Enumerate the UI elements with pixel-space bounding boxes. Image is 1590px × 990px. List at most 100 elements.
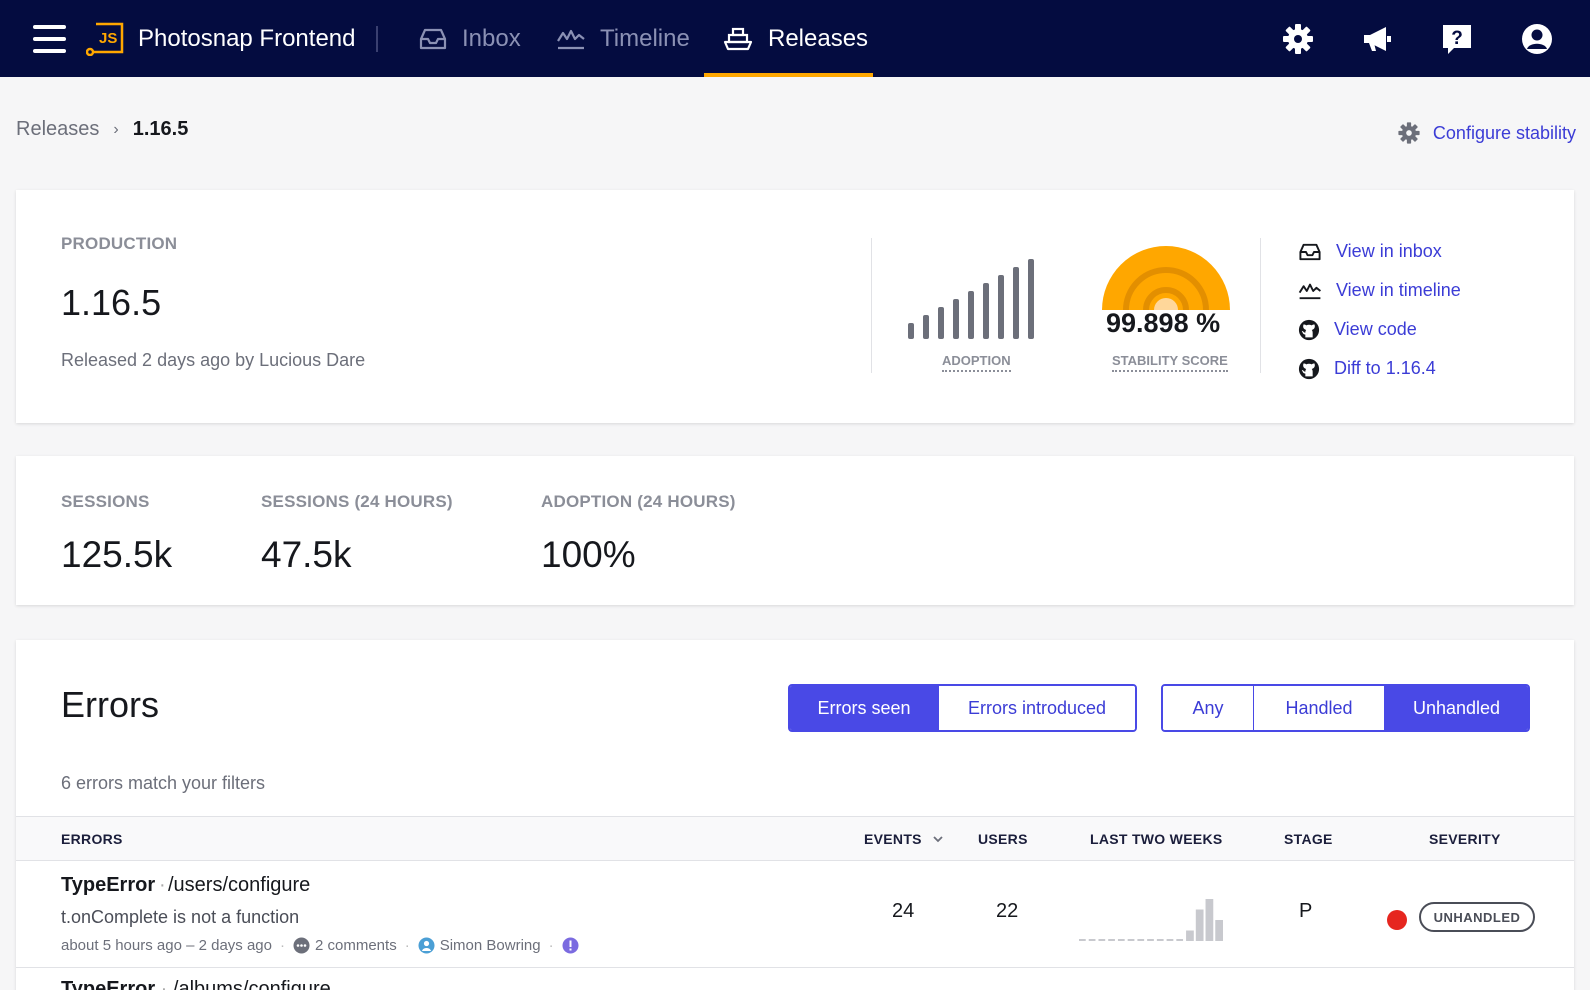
breadcrumb-current-version: 1.16.5 [132,118,189,140]
adoption-label[interactable]: ADOPTION [942,353,1011,372]
view-in-timeline-link[interactable]: View in timeline [1298,271,1461,310]
active-tab-indicator [704,73,873,77]
stat-label: ADOPTION (24 HOURS) [541,492,736,511]
stat-label: SESSIONS (24 HOURS) [261,492,453,511]
breadcrumb-releases-link[interactable]: Releases [16,118,99,141]
sparkline-baseline [1176,939,1184,941]
comment-icon [293,937,310,954]
errors-table-header: ERRORS EVENTS USERS LAST TWO WEEKS STAGE… [16,816,1574,861]
column-events-sort[interactable]: EVENTS [864,831,944,847]
sparkline-baseline [1079,939,1086,941]
github-icon [1298,358,1320,379]
column-stage: STAGE [1284,831,1333,847]
configure-stability-link[interactable]: Configure stability [1397,121,1576,145]
link-label: View in inbox [1336,241,1442,261]
sparkline-baseline [1127,939,1135,941]
error-class: TypeError [61,978,156,990]
errors-introduced-button[interactable]: Errors introduced [939,686,1135,730]
adoption-bar [908,323,914,339]
adoption-bar [1013,267,1019,339]
column-events: EVENTS [864,831,922,847]
assignee-name[interactable]: Simon Bowring [440,937,541,954]
hamburger-menu-icon[interactable] [33,24,66,54]
any-filter-button[interactable]: Any [1163,686,1254,730]
errors-seen-button[interactable]: Errors seen [790,686,939,730]
release-links: View in inbox View in timeline View code… [1298,232,1461,388]
assignee-icon [418,937,435,954]
sparkline-baseline [1147,939,1154,941]
adoption-bar [998,275,1004,339]
adoption-bar [923,315,929,339]
svg-text:?: ? [1451,28,1463,49]
stat-sessions: SESSIONS 125.5k [61,492,172,576]
handled-filter-button[interactable]: Handled [1254,686,1385,730]
unhandled-filter-button[interactable]: Unhandled [1385,686,1528,730]
comment-count[interactable]: 2 comments [315,937,397,954]
error-message: t.onComplete is not a function [61,907,300,927]
sparkline-baseline [1156,939,1164,941]
release-version: 1.16.5 [61,282,162,323]
sparkline-bar [1186,930,1194,941]
stat-label: SESSIONS [61,492,150,511]
gear-icon[interactable] [1281,22,1315,56]
configure-stability-label: Configure stability [1432,122,1576,143]
table-row[interactable]: TypeError · /albums/configure [61,978,331,990]
adoption-bar [1028,259,1034,339]
inbox-icon [419,28,447,49]
release-author-text: Released 2 days ago by Lucious Dare [61,350,366,370]
filter-match-count: 6 errors match your filters [61,773,266,793]
integration-issue-icon[interactable] [562,937,579,954]
column-severity: SEVERITY [1429,831,1501,847]
error-time-range: about 5 hours ago – 2 days ago [61,937,272,954]
release-stage-label: PRODUCTION [61,234,178,253]
card-divider [1260,238,1261,373]
nav-tab-releases[interactable]: Releases [722,0,868,77]
diff-link[interactable]: Diff to 1.16.4 [1298,349,1461,388]
svg-text:JS: JS [99,30,117,47]
nav-tab-timeline[interactable]: Timeline [556,0,690,77]
megaphone-icon[interactable] [1360,22,1394,56]
sparkline-bar [1195,909,1204,941]
error-context: /users/configure [168,874,311,896]
github-icon [1298,319,1320,340]
stability-gauge [1102,246,1230,310]
user-icon[interactable] [1520,22,1554,56]
stability-score-label[interactable]: STABILITY SCORE [1112,353,1228,372]
nav-tab-inbox[interactable]: Inbox [418,0,521,77]
separator-dot: · [159,874,166,896]
stat-value: 125.5k [61,534,173,575]
column-last-two-weeks: LAST TWO WEEKS [1090,831,1223,847]
stat-sessions-24h: SESSIONS (24 HOURS) 47.5k [261,492,453,576]
adoption-bar [983,283,989,339]
column-users[interactable]: USERS [978,831,1028,847]
sparkline-baseline [1088,939,1096,941]
table-row[interactable]: TypeError · /users/configure t.onComplet… [16,862,1574,968]
stat-value: 47.5k [261,534,352,575]
users-count: 22 [996,900,1019,922]
sparkline-baseline [1166,939,1174,941]
sparkline-bar [1215,920,1223,941]
inbox-icon [1299,243,1321,260]
adoption-bar [938,307,944,339]
events-count: 24 [892,900,915,922]
error-class[interactable]: TypeError [61,874,155,897]
link-label: View code [1334,319,1417,339]
view-in-inbox-link[interactable]: View in inbox [1298,232,1461,271]
view-code-link[interactable]: View code [1298,310,1461,349]
javascript-logo-icon: JS [85,22,126,57]
timeline-icon [1298,283,1321,299]
link-label: Diff to 1.16.4 [1334,358,1436,378]
stat-adoption-24h: ADOPTION (24 HOURS) 100% [541,492,736,576]
error-scope-toggle: Errors seen Errors introduced [788,684,1137,732]
help-icon[interactable]: ? [1440,22,1474,56]
sparkline-baseline [1098,939,1106,941]
timeline-icon [557,29,585,49]
separator-dot: · [548,937,554,954]
project-switcher[interactable]: JS Photosnap Frontend [85,22,356,57]
adoption-bar [953,299,959,339]
sparkline-baseline [1108,939,1115,941]
stability-score-value: 99.898 % [1106,308,1221,338]
severity-dot [1387,910,1407,930]
card-divider [871,238,872,373]
breadcrumb: Releases › 1.16.5 [16,118,188,141]
